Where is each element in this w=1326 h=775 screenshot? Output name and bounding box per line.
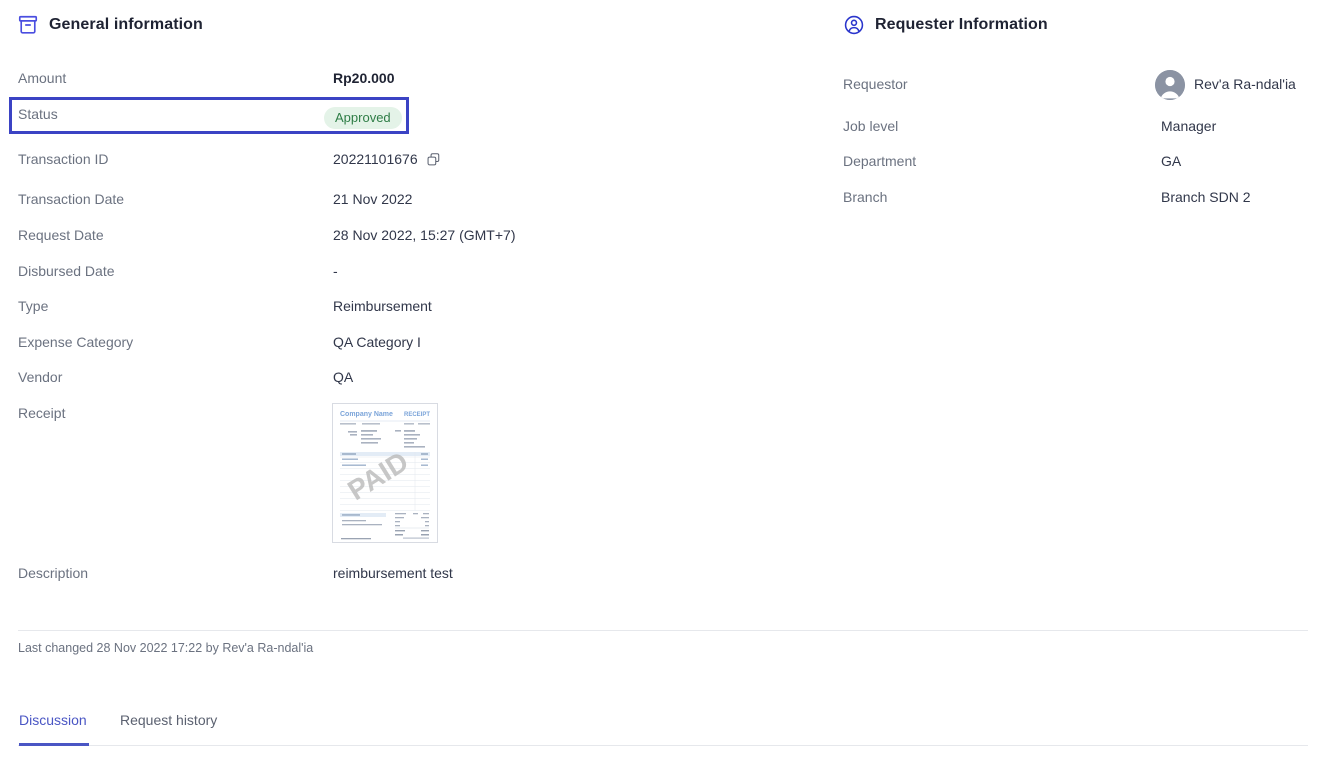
general-information-title: General information	[49, 16, 203, 33]
tab-discussion[interactable]: Discussion	[19, 712, 87, 728]
last-changed-text: Last changed 28 Nov 2022 17:22 by Rev'a …	[18, 641, 314, 655]
receipt-thumbnail[interactable]: Company Name RECEIPT PAID	[332, 403, 438, 543]
footer-divider	[18, 630, 1308, 631]
field-value-job-level: Manager	[1161, 118, 1217, 134]
archive-box-icon	[17, 14, 39, 36]
request-detail-page: General information Requester Informatio…	[0, 0, 1326, 775]
field-value-disbursed-date: -	[333, 263, 338, 279]
avatar	[1155, 70, 1185, 100]
field-value-department: GA	[1161, 153, 1182, 169]
field-value-branch: Branch SDN 2	[1161, 189, 1251, 205]
field-value-vendor: QA	[333, 369, 354, 385]
field-value-description: reimbursement test	[333, 565, 453, 581]
svg-text:Company Name: Company Name	[340, 411, 393, 418]
tab-bar-line	[18, 745, 1308, 746]
field-value-amount: Rp20.000	[333, 70, 395, 86]
active-tab-underline	[19, 743, 89, 746]
field-value-type: Reimbursement	[333, 298, 432, 314]
field-value-transaction-id: 20221101676	[333, 151, 418, 167]
field-value-expense-category: QA Category I	[333, 334, 421, 350]
field-label-transaction-date: Transaction Date	[18, 191, 125, 207]
field-label-description: Description	[18, 565, 89, 581]
field-value-transaction-date: 21 Nov 2022	[333, 191, 413, 207]
user-circle-icon	[843, 14, 865, 36]
svg-text:RECEIPT: RECEIPT	[404, 412, 430, 418]
general-information-header: General information	[17, 14, 203, 36]
copy-icon[interactable]	[426, 152, 441, 167]
field-label-expense-category: Expense Category	[18, 334, 134, 350]
requester-information-header: Requester Information	[843, 14, 1048, 36]
status-badge: Approved	[324, 107, 402, 129]
field-label-request-date: Request Date	[18, 227, 104, 243]
field-label-receipt: Receipt	[18, 405, 66, 421]
field-value-request-date: 28 Nov 2022, 15:27 (GMT+7)	[333, 227, 516, 243]
field-label-type: Type	[18, 298, 49, 314]
field-label-vendor: Vendor	[18, 369, 63, 385]
field-label-requestor: Requestor	[843, 76, 908, 92]
field-label-job-level: Job level	[843, 118, 899, 134]
field-label-transaction-id: Transaction ID	[18, 151, 109, 167]
field-label-branch: Branch	[843, 189, 888, 205]
tab-request-history[interactable]: Request history	[120, 712, 217, 728]
field-label-status: Status	[18, 106, 58, 122]
requester-information-title: Requester Information	[875, 16, 1048, 33]
field-label-amount: Amount	[18, 70, 67, 86]
field-value-requestor: Rev'a Ra-ndal'ia	[1194, 76, 1296, 92]
field-label-disbursed-date: Disbursed Date	[18, 263, 115, 279]
field-label-department: Department	[843, 153, 917, 169]
